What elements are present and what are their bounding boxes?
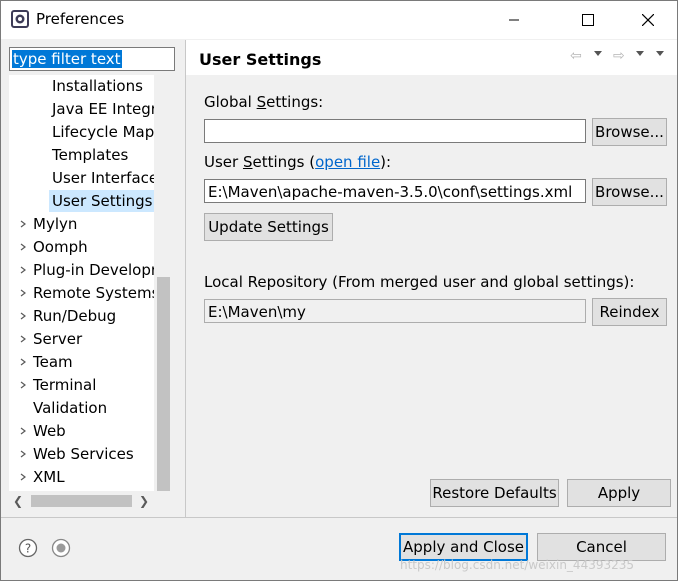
local-repository-label: Local Repository (From merged user and g… [204,273,635,291]
forward-menu-chevron-icon[interactable] [636,51,644,56]
cancel-button[interactable]: Cancel [537,533,666,561]
user-settings-label: User Settings (open file): [204,153,392,171]
preferences-window: Preferences type filter text Installatio… [0,0,678,581]
tree-item[interactable]: Web Services [9,443,154,465]
tree-item-label: Installations [52,77,143,95]
scroll-right-icon[interactable]: ❯ [139,495,149,507]
back-menu-chevron-icon[interactable] [594,51,602,56]
view-menu-chevron-icon[interactable] [656,51,664,56]
maximize-button[interactable] [565,1,611,39]
local-repository-field[interactable]: E:\Maven\my [204,299,586,323]
chevron-right-icon[interactable] [18,420,28,442]
tree-item[interactable]: Remote Systems [9,282,154,304]
page-title: User Settings [199,50,322,69]
tree-item-label: Lifecycle Mapp [52,123,154,141]
window-title: Preferences [36,10,125,28]
footer-separator [1,517,677,518]
scroll-left-icon[interactable]: ❮ [13,495,23,507]
global-browse-button[interactable]: Browse... [592,118,667,146]
tree-vertical-scrollbar[interactable] [154,75,173,491]
tree-item-label: Validation [33,399,108,417]
tree-item-label: Java EE Integra [52,100,154,118]
preference-tree[interactable]: Installations Java EE Integra Lifecycle Ma… [9,75,154,491]
tree-item-label: Server [33,330,83,348]
tree-item-label: XML [33,468,65,486]
chevron-right-icon[interactable] [18,259,28,281]
global-settings-label: Global Settings: [204,93,324,111]
filter-input[interactable]: type filter text [9,47,175,71]
tree-item-label: Mylyn [33,215,78,233]
chevron-right-icon[interactable] [18,305,28,327]
filter-text: type filter text [12,50,122,68]
tree-item[interactable]: Server [9,328,154,350]
user-settings-input[interactable]: E:\Maven\apache-maven-3.5.0\conf\setting… [204,179,586,203]
tree-item[interactable]: User Settings [49,190,154,212]
pane-divider[interactable] [185,40,186,517]
close-icon [642,14,654,26]
back-arrow-icon[interactable]: ⇦ [570,48,582,64]
open-file-link[interactable]: open file [315,153,380,171]
apply-button[interactable]: Apply [567,479,671,507]
update-settings-button[interactable]: Update Settings [204,213,333,241]
watermark-text: https://blog.csdn.net/weixin_44393235 [400,558,635,572]
help-icon[interactable]: ? [18,538,38,558]
eclipse-app-icon [11,10,29,28]
record-macro-icon[interactable] [51,538,71,558]
svg-text:?: ? [25,542,31,556]
tree-item[interactable]: Lifecycle Mapp [9,121,154,143]
reindex-button[interactable]: Reindex [592,298,667,326]
tree-item-label: Remote Systems [33,284,154,302]
tree-item[interactable]: Run/Debug [9,305,154,327]
tree-item-label: User Interface [52,169,154,187]
tree-item-label: Templates [52,146,129,164]
chevron-right-icon[interactable] [18,236,28,258]
tree-item[interactable]: Team [9,351,154,373]
page-header: User Settings ⇦ ⇨ [186,40,677,75]
chevron-right-icon[interactable] [18,328,28,350]
tree-item[interactable]: Java EE Integra [9,98,154,120]
chevron-right-icon[interactable] [18,443,28,465]
tree-item[interactable]: Mylyn [9,213,154,235]
horizontal-scroll-thumb[interactable] [31,495,132,507]
restore-defaults-button[interactable]: Restore Defaults [430,479,559,507]
close-button[interactable] [625,1,671,39]
global-settings-input[interactable] [204,119,586,143]
tree-item-label: Web Services [33,445,134,463]
tree-item[interactable]: Installations [9,75,154,97]
forward-arrow-icon[interactable]: ⇨ [613,48,625,64]
tree-item-label: Run/Debug [33,307,117,325]
tree-item[interactable]: XML [9,466,154,488]
tree-item[interactable]: Oomph [9,236,154,258]
tree-horizontal-scrollbar[interactable]: ❮ ❯ [9,491,154,510]
tree-item-label: Terminal [33,376,97,394]
minimize-icon [509,19,519,21]
apply-and-close-button[interactable]: Apply and Close [399,533,528,561]
chevron-right-icon[interactable] [18,374,28,396]
chevron-right-icon[interactable] [18,282,28,304]
minimize-button[interactable] [491,1,537,39]
tree-item-label: Team [33,353,73,371]
tree-item-label: Web [33,422,66,440]
user-browse-button[interactable]: Browse... [592,178,667,206]
tree-item[interactable]: Templates [9,144,154,166]
chevron-right-icon[interactable] [18,466,28,488]
tree-item[interactable]: Plug-in Developr [9,259,154,281]
chevron-right-icon[interactable] [18,351,28,373]
tree-item[interactable]: Terminal [9,374,154,396]
maximize-icon [582,14,594,26]
tree-item-label: Oomph [33,238,88,256]
tree-item-label: Plug-in Developr [33,261,154,279]
chevron-right-icon[interactable] [18,213,28,235]
tree-item[interactable]: User Interface [9,167,154,189]
title-bar: Preferences [1,1,677,39]
tree-item[interactable]: Web [9,420,154,442]
tree-item-label: User Settings [52,192,153,210]
tree-item[interactable]: Validation [9,397,154,419]
vertical-scroll-thumb[interactable] [157,277,170,491]
